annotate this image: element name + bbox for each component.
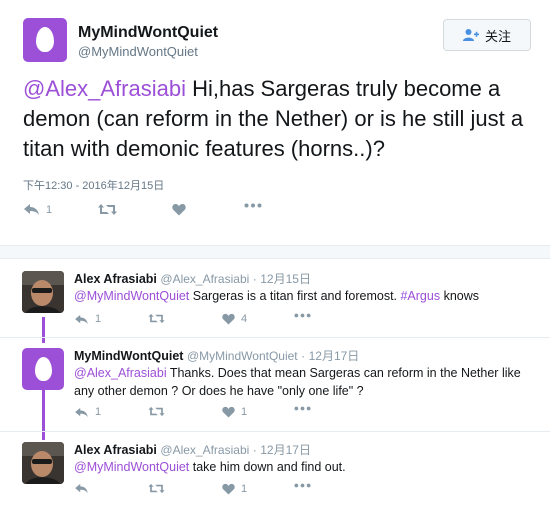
retweet-icon [148, 483, 165, 494]
author-display-name[interactable]: Alex Afrasiabi [74, 443, 157, 457]
more-button[interactable] [244, 203, 262, 208]
more-icon [294, 313, 311, 318]
egg-icon [35, 357, 52, 381]
reply-divider [0, 431, 550, 432]
author-handle[interactable]: @Alex_Afrasiabi [160, 272, 249, 286]
timestamp[interactable]: 下午12:30 - 2016年12月15日 [23, 177, 164, 193]
follow-label: 关注 [484, 28, 511, 44]
reply-header: Alex Afrasiabi @Alex_Afrasiabi · 12月17日 [74, 441, 311, 458]
reply-icon [75, 314, 88, 324]
reply-divider [0, 337, 550, 338]
reply-tweet[interactable]: Alex Afrasiabi @Alex_Afrasiabi · 12月15日 … [0, 267, 550, 337]
retweet-icon [148, 313, 165, 324]
tweet-actions: 1 [23, 203, 283, 223]
thread-connector [42, 317, 45, 343]
avatar-photo [22, 271, 64, 313]
reply-body: take him down and find out. [189, 460, 346, 474]
mention-link[interactable]: @Alex_Afrasiabi [74, 366, 167, 380]
reply-header: Alex Afrasiabi @Alex_Afrasiabi · 12月15日 [74, 270, 311, 287]
reply-icon [75, 483, 88, 494]
reply-count: 1 [46, 203, 53, 216]
avatar[interactable] [22, 348, 64, 390]
heart-icon [222, 406, 235, 418]
author-display-name[interactable]: MyMindWontQuiet [78, 24, 218, 42]
more-icon [294, 483, 311, 488]
meta-separator: · [301, 349, 306, 363]
reply-body-end: knows [440, 289, 479, 303]
mention-link[interactable]: @MyMindWontQuiet [74, 460, 189, 474]
more-icon [244, 203, 262, 208]
like-button[interactable] [172, 203, 192, 216]
add-user-icon [462, 29, 479, 41]
reply-count: 1 [95, 406, 102, 418]
thread-connector [42, 390, 45, 440]
like-count: 1 [241, 406, 248, 418]
mention-link[interactable]: @Alex_Afrasiabi [23, 76, 186, 101]
retweet-button[interactable] [98, 203, 123, 216]
more-icon [294, 406, 311, 411]
like-button[interactable]: 4 [222, 313, 247, 325]
author-display-name[interactable]: MyMindWontQuiet [74, 349, 183, 363]
reply-date[interactable]: 12月15日 [260, 272, 311, 286]
avatar[interactable] [23, 18, 67, 62]
egg-icon [36, 27, 54, 52]
author-handle[interactable]: @Alex_Afrasiabi [160, 443, 249, 457]
mention-link[interactable]: @MyMindWontQuiet [74, 289, 189, 303]
reply-date[interactable]: 12月17日 [260, 443, 311, 457]
retweet-icon [148, 406, 165, 417]
author-handle[interactable]: @MyMindWontQuiet [78, 44, 198, 59]
reply-header: MyMindWontQuiet @MyMindWontQuiet · 12月17… [74, 347, 359, 364]
meta-separator: · [252, 443, 257, 457]
more-button[interactable] [294, 483, 311, 488]
reply-text: @Alex_Afrasiabi Thanks. Does that mean S… [74, 364, 539, 400]
reply-icon [75, 407, 88, 417]
reply-body: Sargeras is a titan first and foremost. [189, 289, 401, 303]
heart-icon [172, 204, 186, 216]
heart-icon [222, 313, 235, 325]
follow-button[interactable]: 关注 [443, 19, 531, 51]
reply-tweet[interactable]: MyMindWontQuiet @MyMindWontQuiet · 12月17… [0, 344, 550, 432]
retweet-button[interactable] [148, 313, 171, 324]
retweet-icon [98, 204, 117, 215]
author-display-name[interactable]: Alex Afrasiabi [74, 272, 157, 286]
reply-button[interactable] [74, 483, 95, 494]
conversation-divider [0, 245, 550, 259]
tweet-actions: 1 [74, 483, 314, 499]
reply-date[interactable]: 12月17日 [309, 349, 360, 363]
tweet-actions: 1 4 [74, 313, 314, 329]
like-count: 4 [241, 313, 248, 325]
like-button[interactable]: 1 [222, 483, 247, 495]
reply-button[interactable]: 1 [23, 203, 52, 216]
more-button[interactable] [294, 313, 311, 318]
reply-button[interactable]: 1 [74, 313, 101, 325]
reply-button[interactable]: 1 [74, 406, 101, 418]
reply-text: @MyMindWontQuiet take him down and find … [74, 458, 539, 476]
reply-count: 1 [95, 313, 102, 325]
avatar[interactable] [22, 271, 64, 313]
avatar-photo [22, 442, 64, 484]
more-button[interactable] [294, 406, 311, 411]
avatar[interactable] [22, 442, 64, 484]
retweet-button[interactable] [148, 483, 171, 494]
reply-icon [24, 204, 39, 215]
like-count: 1 [241, 483, 248, 495]
retweet-button[interactable] [148, 406, 171, 417]
heart-icon [222, 483, 235, 495]
reply-tweet[interactable]: Alex Afrasiabi @Alex_Afrasiabi · 12月17日 … [0, 438, 550, 506]
like-button[interactable]: 1 [222, 406, 247, 418]
hashtag-link[interactable]: #Argus [400, 289, 440, 303]
author-handle[interactable]: @MyMindWontQuiet [187, 349, 298, 363]
meta-separator: · [252, 272, 257, 286]
tweet-actions: 1 1 [74, 406, 314, 422]
reply-text: @MyMindWontQuiet Sargeras is a titan fir… [74, 287, 539, 305]
tweet-text: @Alex_Afrasiabi Hi,has Sargeras truly be… [23, 74, 538, 164]
main-tweet: MyMindWontQuiet @MyMindWontQuiet 关注 @Ale… [0, 0, 550, 245]
